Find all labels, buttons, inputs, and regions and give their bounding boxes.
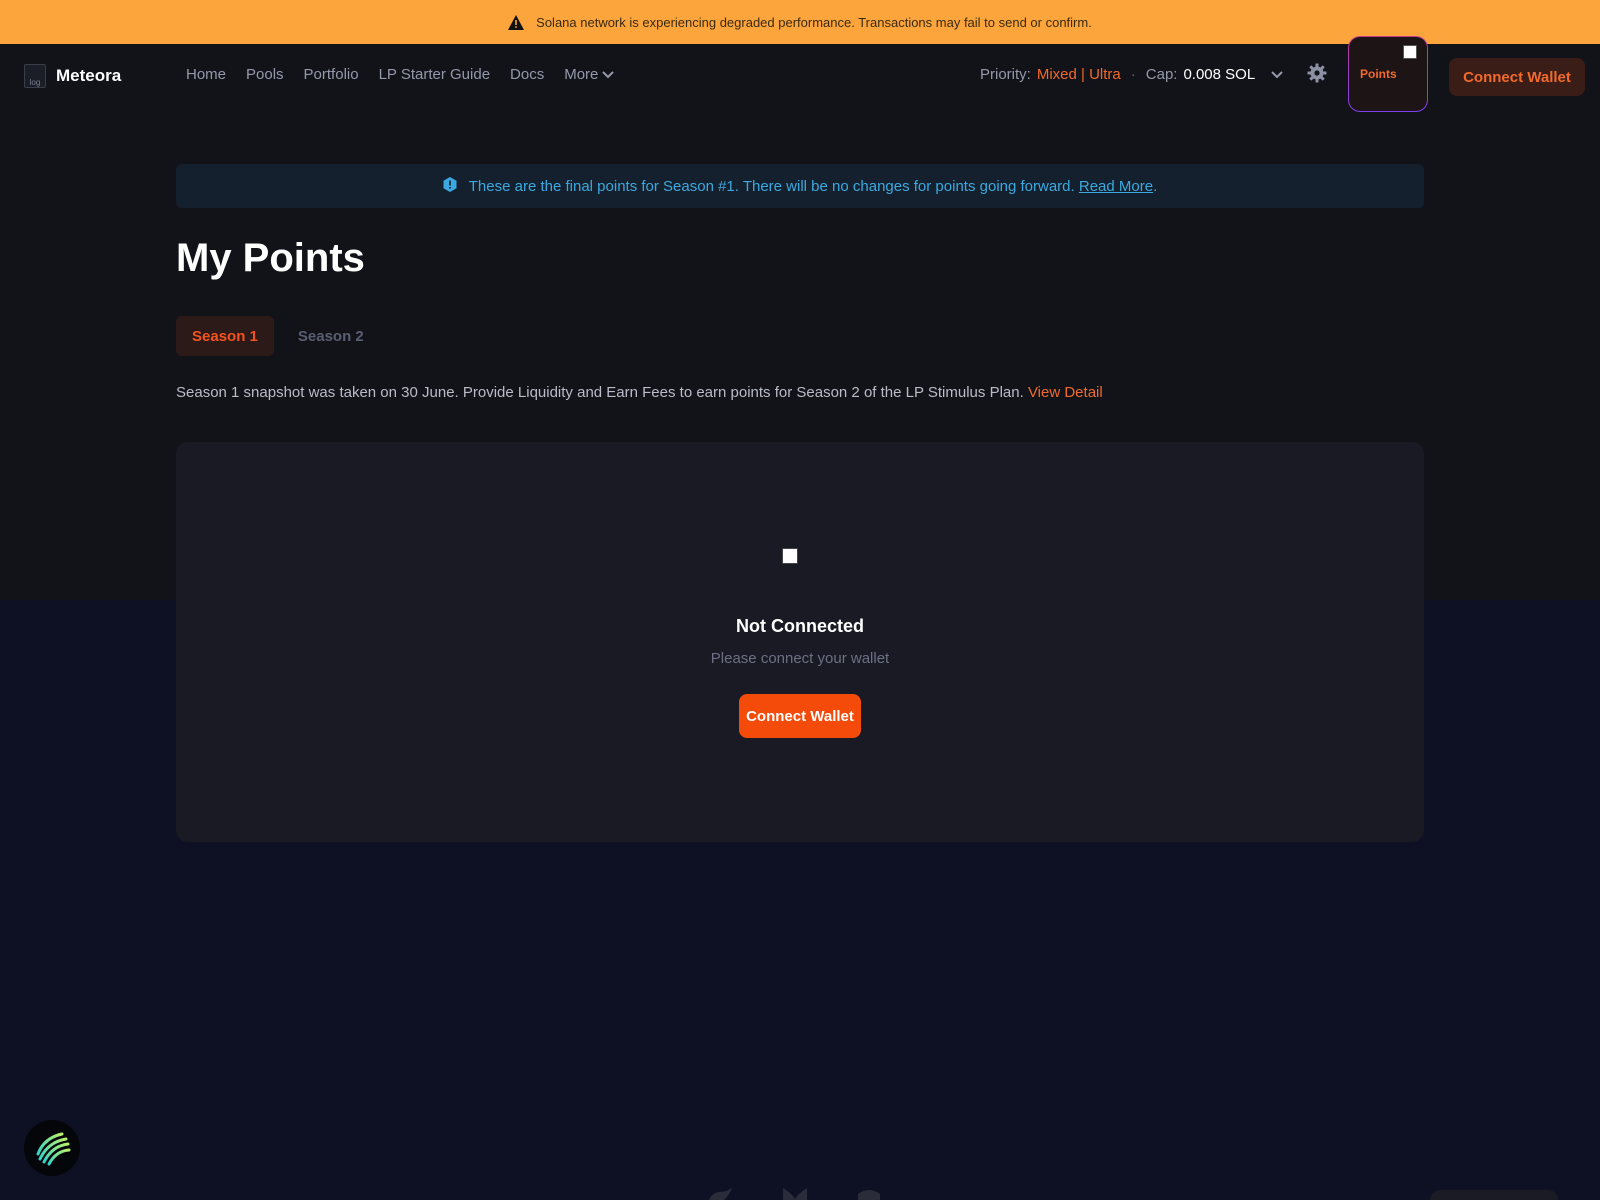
info-text: These are the final points for Season #1…	[468, 177, 1075, 195]
footer-status-pill	[1430, 1190, 1558, 1200]
cap-value: 0.008 SOL	[1183, 66, 1256, 83]
connect-wallet-header-button[interactable]: Connect Wallet	[1449, 58, 1585, 96]
bluesky-icon[interactable]	[780, 1186, 810, 1200]
twitter-icon[interactable]	[706, 1186, 736, 1200]
brand-name: Meteora	[56, 66, 122, 85]
tab-season-2[interactable]: Season 2	[282, 316, 380, 356]
connect-wallet-button[interactable]: Connect Wallet	[739, 694, 861, 738]
nav-home[interactable]: Home	[186, 66, 226, 83]
wallet-image	[782, 548, 798, 564]
nav-more[interactable]: More	[564, 66, 615, 83]
nav-pools[interactable]: Pools	[246, 66, 284, 83]
wallet-status-card: Not Connected Please connect your wallet…	[176, 442, 1424, 842]
nav-portfolio[interactable]: Portfolio	[304, 66, 359, 83]
chevron-down-icon	[1271, 66, 1283, 83]
tab-season-1[interactable]: Season 1	[176, 316, 274, 356]
info-suffix: .	[1153, 177, 1158, 195]
banner-text: Solana network is experiencing degraded …	[536, 14, 1092, 30]
logo[interactable]: log Meteora	[24, 64, 121, 88]
info-icon	[443, 176, 457, 196]
nav-lp-starter-guide[interactable]: LP Starter Guide	[379, 66, 490, 83]
priority-value: Mixed | Ultra	[1036, 66, 1121, 83]
warning-icon	[508, 14, 525, 30]
season-description: Season 1 snapshot was taken on 30 June. …	[176, 384, 1103, 401]
points-image	[1403, 45, 1417, 59]
settings-button[interactable]	[1305, 63, 1329, 87]
chat-widget-button[interactable]	[24, 1120, 80, 1176]
cap-label: Cap:	[1145, 66, 1178, 83]
not-connected-subtitle: Please connect your wallet	[710, 650, 890, 667]
priority-selector[interactable]: Priority: Mixed | Ultra · Cap: 0.008 SOL	[980, 66, 1283, 83]
footer-social-links	[706, 1186, 884, 1200]
points-button[interactable]: Points	[1348, 36, 1428, 112]
season-info-bar: These are the final points for Season #1…	[176, 164, 1424, 208]
chevron-down-icon	[602, 66, 615, 83]
page-title: My Points	[176, 236, 365, 280]
view-detail-link[interactable]: View Detail	[1028, 384, 1103, 401]
discord-icon[interactable]	[854, 1186, 884, 1200]
separator-dot: ·	[1130, 66, 1136, 83]
gear-icon	[1307, 63, 1327, 88]
season-tabs: Season 1 Season 2	[176, 316, 380, 356]
not-connected-title: Not Connected	[736, 616, 864, 636]
main-nav: Home Pools Portfolio LP Starter Guide Do…	[186, 66, 615, 83]
read-more-link[interactable]: Read More	[1079, 178, 1153, 195]
page: Solana network is experiencing degraded …	[0, 0, 1600, 1200]
points-label: Points	[1360, 67, 1397, 81]
season-description-text: Season 1 snapshot was taken on 30 June. …	[176, 384, 1024, 401]
nav-docs[interactable]: Docs	[510, 66, 544, 83]
logo-image: log	[24, 64, 46, 88]
chat-logo-icon	[30, 1124, 74, 1173]
priority-label: Priority:	[980, 66, 1031, 83]
